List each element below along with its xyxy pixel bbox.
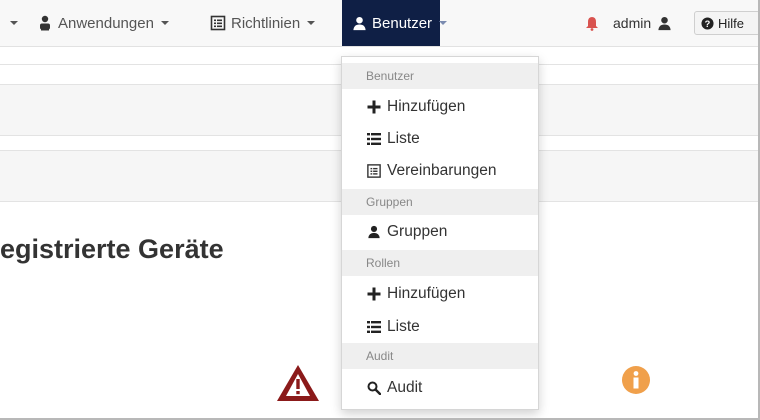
caret-down-icon xyxy=(10,21,18,25)
user-icon xyxy=(657,16,672,31)
menu-item-label: Liste xyxy=(387,130,420,147)
plus-icon xyxy=(366,100,382,114)
menu-section-header: Rollen xyxy=(342,250,538,276)
menu-item-benutzer-hinzufuegen[interactable]: Hinzufügen xyxy=(366,94,465,120)
page-title: egistrierte Geräte xyxy=(0,234,224,264)
nav-anwendungen-label: Anwendungen xyxy=(58,14,154,32)
list-icon xyxy=(366,320,382,334)
svg-text:?: ? xyxy=(705,18,711,28)
menu-item-label: Audit xyxy=(387,379,423,396)
menu-item-rollen-hinzufuegen[interactable]: Hinzufügen xyxy=(366,281,465,307)
menu-item-label: Hinzufügen xyxy=(387,98,466,115)
nav-richtlinien[interactable]: Richtlinien xyxy=(210,0,316,46)
menu-item-vereinbarungen[interactable]: Vereinbarungen xyxy=(366,158,496,184)
info-circle-icon xyxy=(621,365,651,400)
top-navbar: Anwendungen Richtlinien Benutzer admin ?… xyxy=(0,0,758,47)
menu-section-header: Benutzer xyxy=(342,63,538,89)
benutzer-dropdown-menu: Benutzer Hinzufügen Liste Vereinbarungen… xyxy=(341,56,539,410)
menu-item-label: Gruppen xyxy=(387,223,448,240)
menu-item-rollen-liste[interactable]: Liste xyxy=(366,314,420,340)
nav-anwendungen[interactable]: Anwendungen xyxy=(37,0,169,46)
caret-down-icon xyxy=(160,21,169,25)
nav-richtlinien-label: Richtlinien xyxy=(231,14,301,32)
menu-item-benutzer-liste[interactable]: Liste xyxy=(366,126,420,152)
user-menu[interactable]: admin xyxy=(613,0,677,46)
help-button[interactable]: ? Hilfe xyxy=(694,11,758,35)
user-tie-icon xyxy=(37,15,53,31)
menu-item-label: Liste xyxy=(387,318,420,335)
list-alt-icon xyxy=(366,164,382,178)
menu-item-label: Hinzufügen xyxy=(387,285,466,302)
menu-item-audit[interactable]: Audit xyxy=(366,375,422,401)
caret-down-icon xyxy=(439,21,448,25)
caret-down-icon xyxy=(307,21,316,25)
user-name-label: admin xyxy=(613,15,652,31)
menu-item-label: Vereinbarungen xyxy=(387,162,497,179)
user-icon xyxy=(352,16,367,31)
search-icon xyxy=(366,381,382,395)
previous-menu-dropdown[interactable] xyxy=(10,0,18,46)
menu-section-header: Audit xyxy=(342,343,538,369)
app-window: Anwendungen Richtlinien Benutzer admin ?… xyxy=(0,0,760,420)
nav-benutzer-label: Benutzer xyxy=(372,14,433,32)
menu-section-header: Gruppen xyxy=(342,189,538,215)
menu-item-gruppen[interactable]: Gruppen xyxy=(366,219,447,245)
warning-triangle-icon xyxy=(275,363,321,408)
plus-icon xyxy=(366,287,382,301)
user-icon xyxy=(366,225,382,239)
nav-benutzer[interactable]: Benutzer xyxy=(342,0,448,46)
list-icon xyxy=(366,132,382,146)
notifications-button[interactable] xyxy=(585,0,599,46)
bell-icon xyxy=(585,16,599,31)
list-alt-icon xyxy=(210,15,226,31)
help-label: Hilfe xyxy=(718,15,745,31)
question-circle-icon: ? xyxy=(701,16,714,30)
